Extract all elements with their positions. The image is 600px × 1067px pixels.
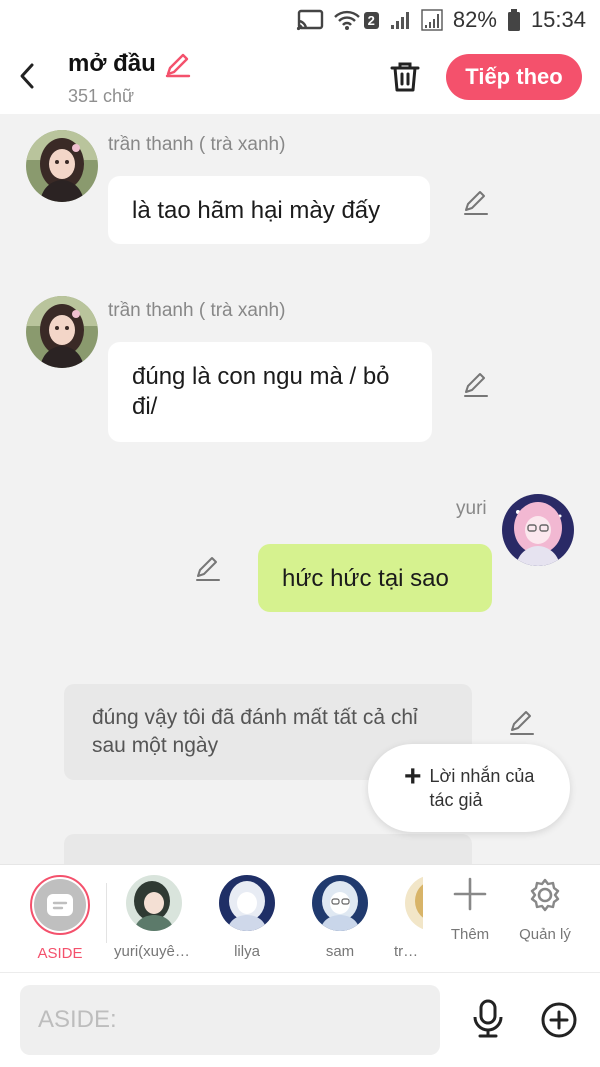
microphone-icon xyxy=(473,999,503,1038)
cast-icon xyxy=(296,9,324,31)
plus-icon: + xyxy=(404,760,422,793)
back-button[interactable] xyxy=(12,58,42,94)
character-avatar xyxy=(126,875,182,931)
manage-label: Quản lý xyxy=(519,926,571,943)
character-avatar xyxy=(219,875,275,931)
input-bar xyxy=(0,972,600,1067)
add-character-button[interactable]: Thêm xyxy=(435,877,505,943)
avatar[interactable] xyxy=(26,296,98,368)
character-avatar xyxy=(405,875,423,931)
character-name: sam xyxy=(325,943,355,960)
narration-block-partial[interactable] xyxy=(64,834,472,864)
edit-message-button[interactable] xyxy=(462,370,490,398)
sender-name: trần thanh ( trà xanh) xyxy=(108,134,286,155)
pencil-icon xyxy=(464,373,488,397)
trash-icon xyxy=(390,62,420,92)
pencil-icon xyxy=(165,53,191,78)
character-name: trươ xyxy=(394,943,423,960)
character-aside[interactable]: ASIDE xyxy=(20,875,100,962)
battery-icon xyxy=(507,9,521,31)
avatar-image xyxy=(502,494,574,566)
character-bar: ASIDE yuri(xuyên... lilya sam trươ Thêm … xyxy=(0,864,600,972)
sender-name: trần thanh ( trà xanh) xyxy=(108,300,286,321)
status-bar: 2 82% 15:34 xyxy=(0,0,600,40)
plus-icon xyxy=(453,877,487,911)
edit-title-button[interactable] xyxy=(164,50,192,78)
gear-icon xyxy=(530,878,560,912)
aside-avatar xyxy=(30,875,90,935)
signal-icon-2 xyxy=(421,9,443,31)
next-button[interactable]: Tiếp theo xyxy=(446,54,582,100)
avatar-image xyxy=(26,296,98,368)
sim-badge: 2 xyxy=(363,11,379,29)
avatar[interactable] xyxy=(502,494,574,566)
pencil-icon xyxy=(196,557,220,581)
message-bubble[interactable]: là tao hãm hại mày đấy xyxy=(108,176,430,244)
author-note-label: Lời nhắn của tác giả xyxy=(429,766,535,810)
edit-message-button[interactable] xyxy=(462,188,490,216)
message-input[interactable] xyxy=(20,985,440,1055)
comment-icon xyxy=(47,894,73,916)
sender-name: yuri xyxy=(456,498,487,519)
message-bubble[interactable]: đúng là con ngu mà / bỏ đi/ xyxy=(108,342,432,442)
chevron-left-icon xyxy=(20,63,34,89)
edit-message-button[interactable] xyxy=(194,554,222,582)
battery-percent: 82% xyxy=(452,7,497,32)
pencil-icon xyxy=(510,711,534,735)
header: mở đầu 351 chữ Tiếp theo xyxy=(0,40,600,114)
add-character-label: Thêm xyxy=(450,926,490,943)
avatar[interactable] xyxy=(26,130,98,202)
divider xyxy=(106,883,107,943)
character-name: ASIDE xyxy=(37,945,83,962)
character-name: lilya xyxy=(234,943,260,960)
character-item[interactable]: trươ xyxy=(393,875,423,960)
word-count: 351 chữ xyxy=(68,86,135,106)
character-item[interactable]: lilya xyxy=(207,875,287,960)
message-bubble-self[interactable]: hức hức tại sao xyxy=(258,544,492,612)
pencil-icon xyxy=(464,191,488,215)
signal-icon xyxy=(389,9,411,31)
clock: 15:34 xyxy=(530,7,586,32)
author-note-button[interactable]: + Lời nhắn của tác giả xyxy=(368,744,570,832)
character-avatar xyxy=(312,875,368,931)
character-name: yuri(xuyên... xyxy=(114,943,194,960)
add-attachment-button[interactable] xyxy=(540,1001,578,1039)
page-title: mở đầu xyxy=(68,50,156,77)
delete-button[interactable] xyxy=(388,60,422,94)
voice-input-button[interactable] xyxy=(470,999,506,1039)
avatar-image xyxy=(26,130,98,202)
manage-button[interactable]: Quản lý xyxy=(510,877,580,943)
chat-area[interactable]: trần thanh ( trà xanh) là tao hãm hại mà… xyxy=(0,114,600,864)
edit-narration-button[interactable] xyxy=(508,708,536,736)
wifi-icon xyxy=(333,9,360,31)
plus-circle-icon xyxy=(541,1002,577,1038)
character-item[interactable]: sam xyxy=(300,875,380,960)
character-item[interactable]: yuri(xuyên... xyxy=(114,875,194,960)
